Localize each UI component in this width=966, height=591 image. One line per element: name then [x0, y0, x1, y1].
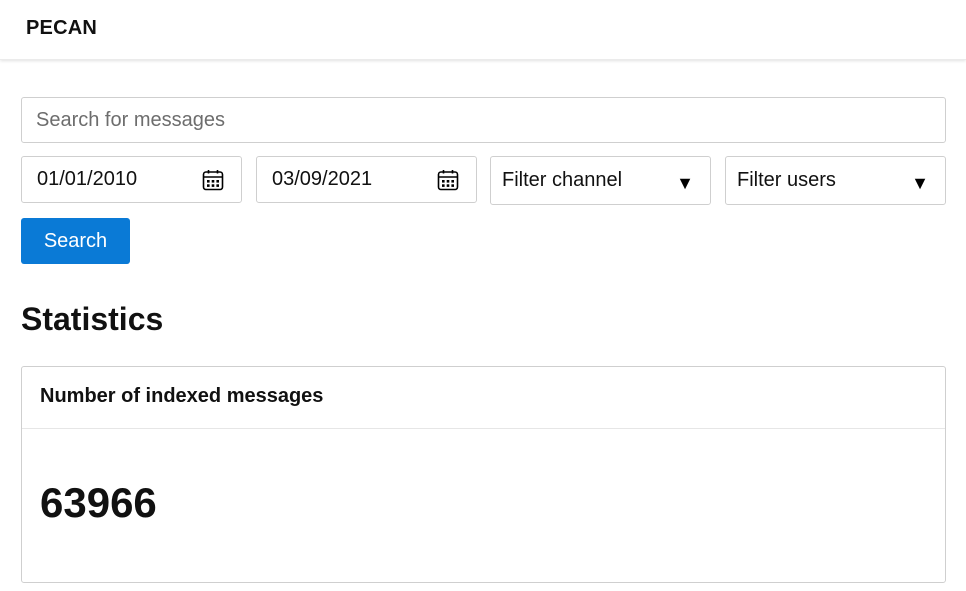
channel-filter-label: Filter channel: [502, 169, 623, 191]
start-date-field[interactable]: 01/01/2010: [21, 156, 242, 203]
users-filter-label: Filter users: [737, 169, 836, 191]
app-brand[interactable]: PECAN: [26, 17, 97, 40]
calendar-icon[interactable]: [436, 168, 460, 192]
users-filter-select[interactable]: Filter users ▼: [725, 156, 946, 205]
start-date-value: 01/01/2010: [37, 168, 138, 190]
channel-filter-select[interactable]: Filter channel ▼: [490, 156, 711, 205]
search-button[interactable]: Search: [21, 218, 130, 264]
indexed-messages-count: 63966: [40, 479, 157, 526]
statistics-heading: Statistics: [21, 301, 164, 337]
caret-down-icon: ▼: [911, 172, 929, 193]
indexed-messages-card: Number of indexed messages 63966: [21, 366, 946, 583]
card-title: Number of indexed messages: [22, 367, 945, 429]
end-date-value: 03/09/2021: [272, 168, 373, 190]
calendar-icon[interactable]: [201, 168, 225, 192]
caret-down-icon: ▼: [676, 172, 694, 193]
top-navbar: PECAN: [0, 0, 966, 60]
search-input[interactable]: [21, 97, 946, 143]
end-date-field[interactable]: 03/09/2021: [256, 156, 477, 203]
